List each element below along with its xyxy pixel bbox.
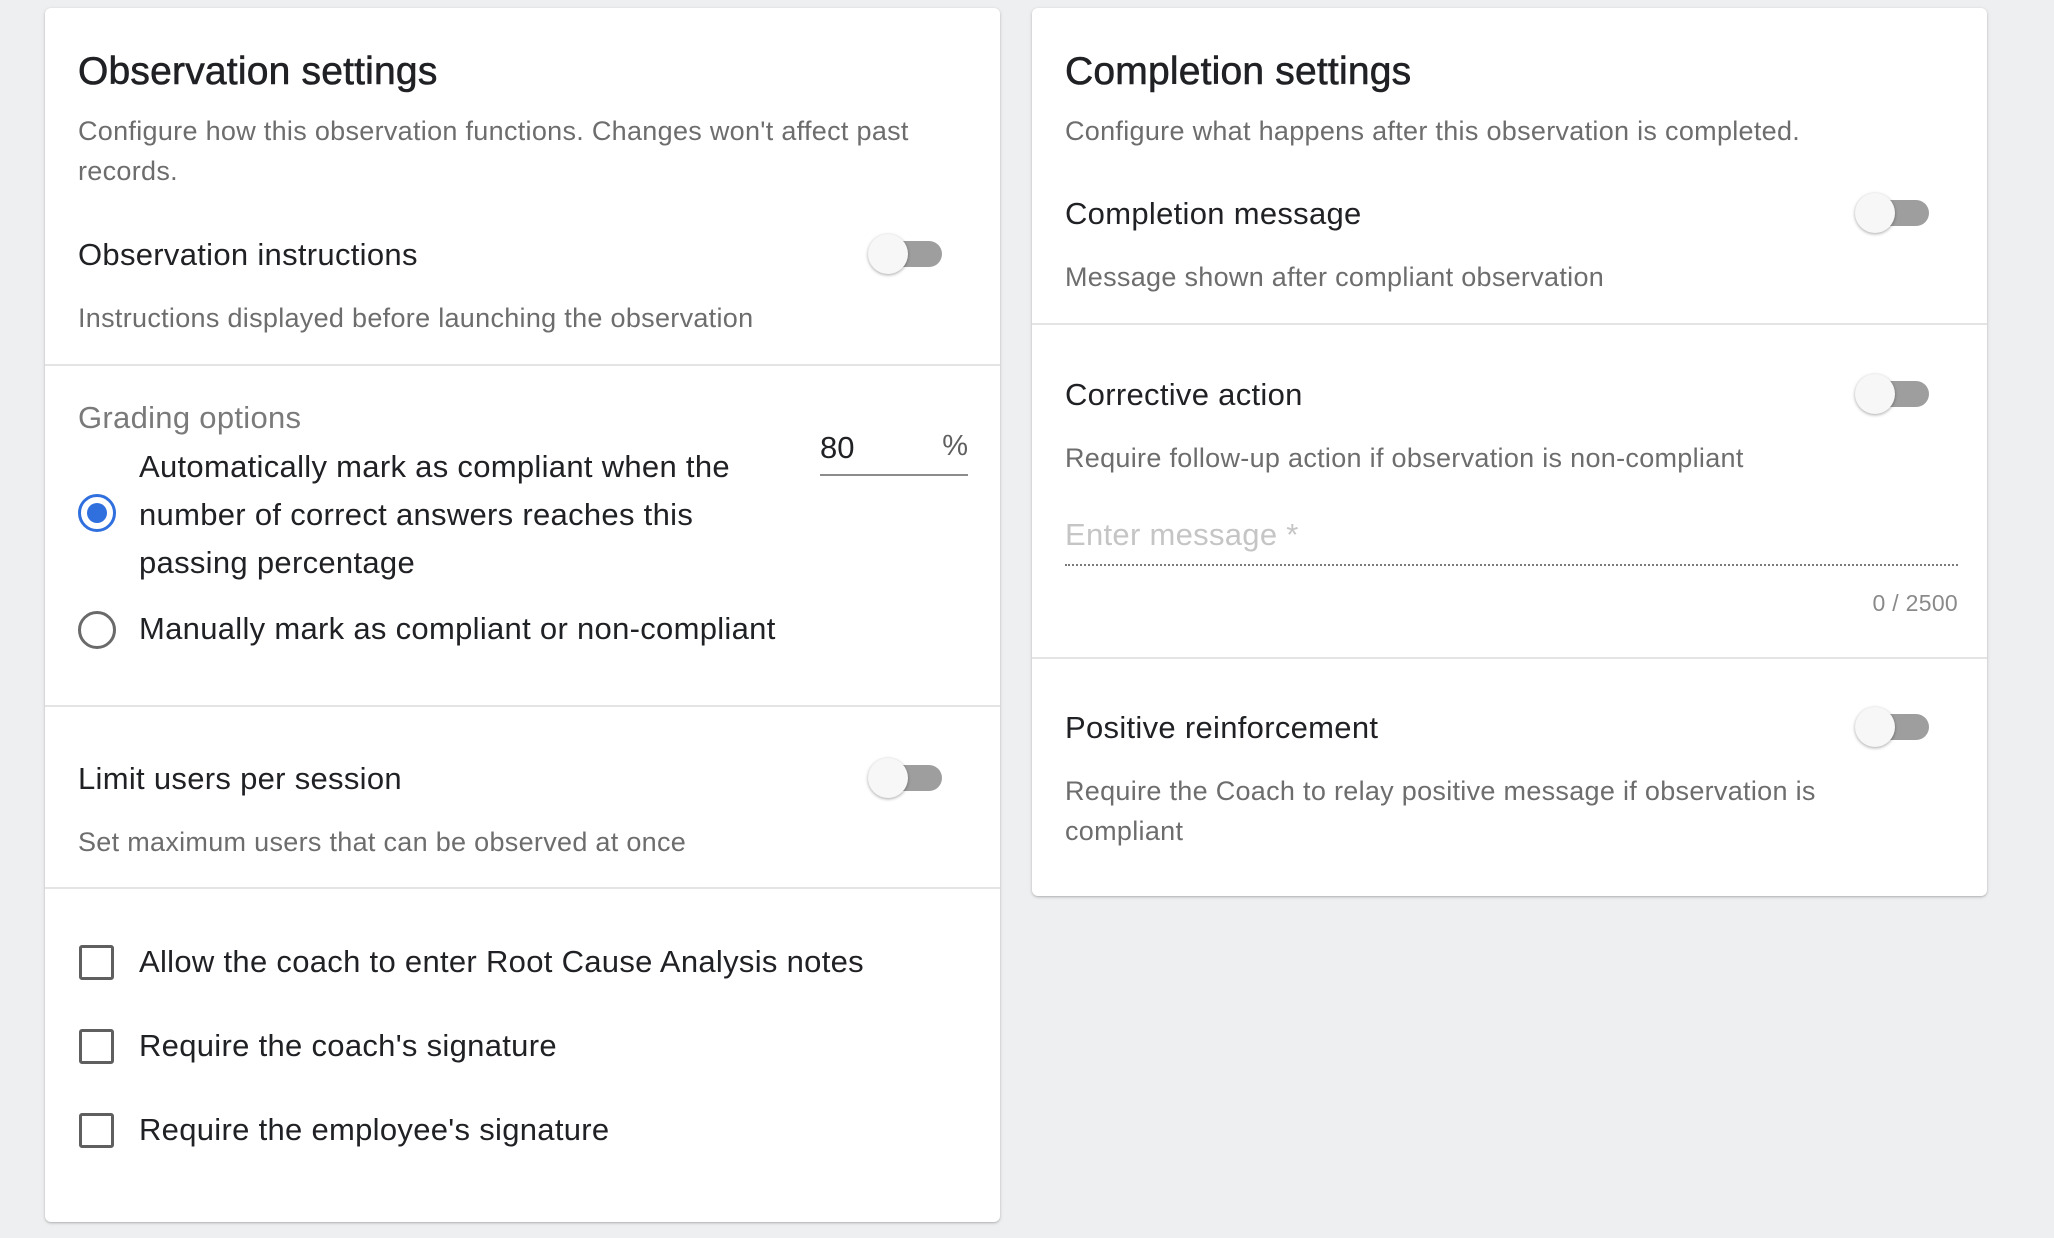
limit-users-description: Set maximum users that can be observed a… xyxy=(78,827,687,857)
grading-auto-label[interactable]: Automatically mark as compliant when the… xyxy=(139,443,779,587)
grading-options-label: Grading options xyxy=(78,400,302,435)
character-counter: 0 / 2500 xyxy=(1872,590,1958,616)
positive-reinforcement-section: Positive reinforcement Require the Coach… xyxy=(1032,659,1987,896)
observation-instructions-label: Observation instructions xyxy=(78,237,418,272)
positive-reinforcement-toggle[interactable] xyxy=(1855,707,1931,747)
root-cause-notes-checkbox[interactable] xyxy=(79,945,114,980)
completion-settings-card: Completion settings Configure what happe… xyxy=(1032,8,1987,896)
coach-options-section: Allow the coach to enter Root Cause Anal… xyxy=(45,889,1000,1222)
completion-message-description: Message shown after compliant observatio… xyxy=(1065,262,1605,292)
limit-users-section: Limit users per session Set maximum user… xyxy=(45,707,1000,889)
toggle-knob xyxy=(868,234,908,274)
completion-header-section: Completion settings Configure what happe… xyxy=(1032,8,1987,325)
toggle-knob xyxy=(868,758,908,798)
completion-message-label: Completion message xyxy=(1065,196,1362,231)
coach-signature-checkbox[interactable] xyxy=(79,1029,114,1064)
corrective-action-toggle[interactable] xyxy=(1855,374,1931,414)
employee-signature-checkbox[interactable] xyxy=(79,1113,114,1148)
completion-message-toggle[interactable] xyxy=(1855,193,1931,233)
completion-settings-subtitle: Configure what happens after this observ… xyxy=(1065,116,1801,146)
passing-percentage-input[interactable] xyxy=(820,426,930,470)
observation-instructions-description: Instructions displayed before launching … xyxy=(78,303,754,333)
limit-users-toggle[interactable] xyxy=(868,758,944,798)
observation-instructions-toggle[interactable] xyxy=(868,234,944,274)
toggle-knob xyxy=(1855,374,1895,414)
passing-percentage-field[interactable]: % xyxy=(820,426,968,476)
corrective-message-input[interactable] xyxy=(1065,510,1958,560)
observation-header-section: Observation settings Configure how this … xyxy=(45,8,1000,366)
employee-signature-label[interactable]: Require the employee's signature xyxy=(139,1112,609,1148)
grading-options-section: Grading options Automatically mark as co… xyxy=(45,366,1000,707)
corrective-action-description: Require follow-up action if observation … xyxy=(1065,443,1744,473)
coach-signature-label[interactable]: Require the coach's signature xyxy=(139,1028,557,1064)
toggle-knob xyxy=(1855,193,1895,233)
grading-manual-label[interactable]: Manually mark as compliant or non-compli… xyxy=(139,605,776,653)
limit-users-label: Limit users per session xyxy=(78,761,402,796)
percent-suffix: % xyxy=(942,430,968,462)
positive-reinforcement-description: Require the Coach to relay positive mess… xyxy=(1065,776,1816,846)
completion-settings-title: Completion settings xyxy=(1065,50,1412,94)
corrective-action-label: Corrective action xyxy=(1065,377,1303,412)
positive-reinforcement-label: Positive reinforcement xyxy=(1065,710,1379,745)
grading-auto-radio[interactable] xyxy=(78,494,116,532)
corrective-message-field[interactable] xyxy=(1065,510,1958,566)
root-cause-notes-label[interactable]: Allow the coach to enter Root Cause Anal… xyxy=(139,944,864,980)
observation-settings-card: Observation settings Configure how this … xyxy=(45,8,1000,1222)
corrective-action-section: Corrective action Require follow-up acti… xyxy=(1032,325,1987,659)
toggle-knob xyxy=(1855,707,1895,747)
observation-settings-subtitle: Configure how this observation functions… xyxy=(78,116,909,186)
observation-settings-title: Observation settings xyxy=(78,50,438,94)
grading-manual-radio[interactable] xyxy=(78,611,116,649)
